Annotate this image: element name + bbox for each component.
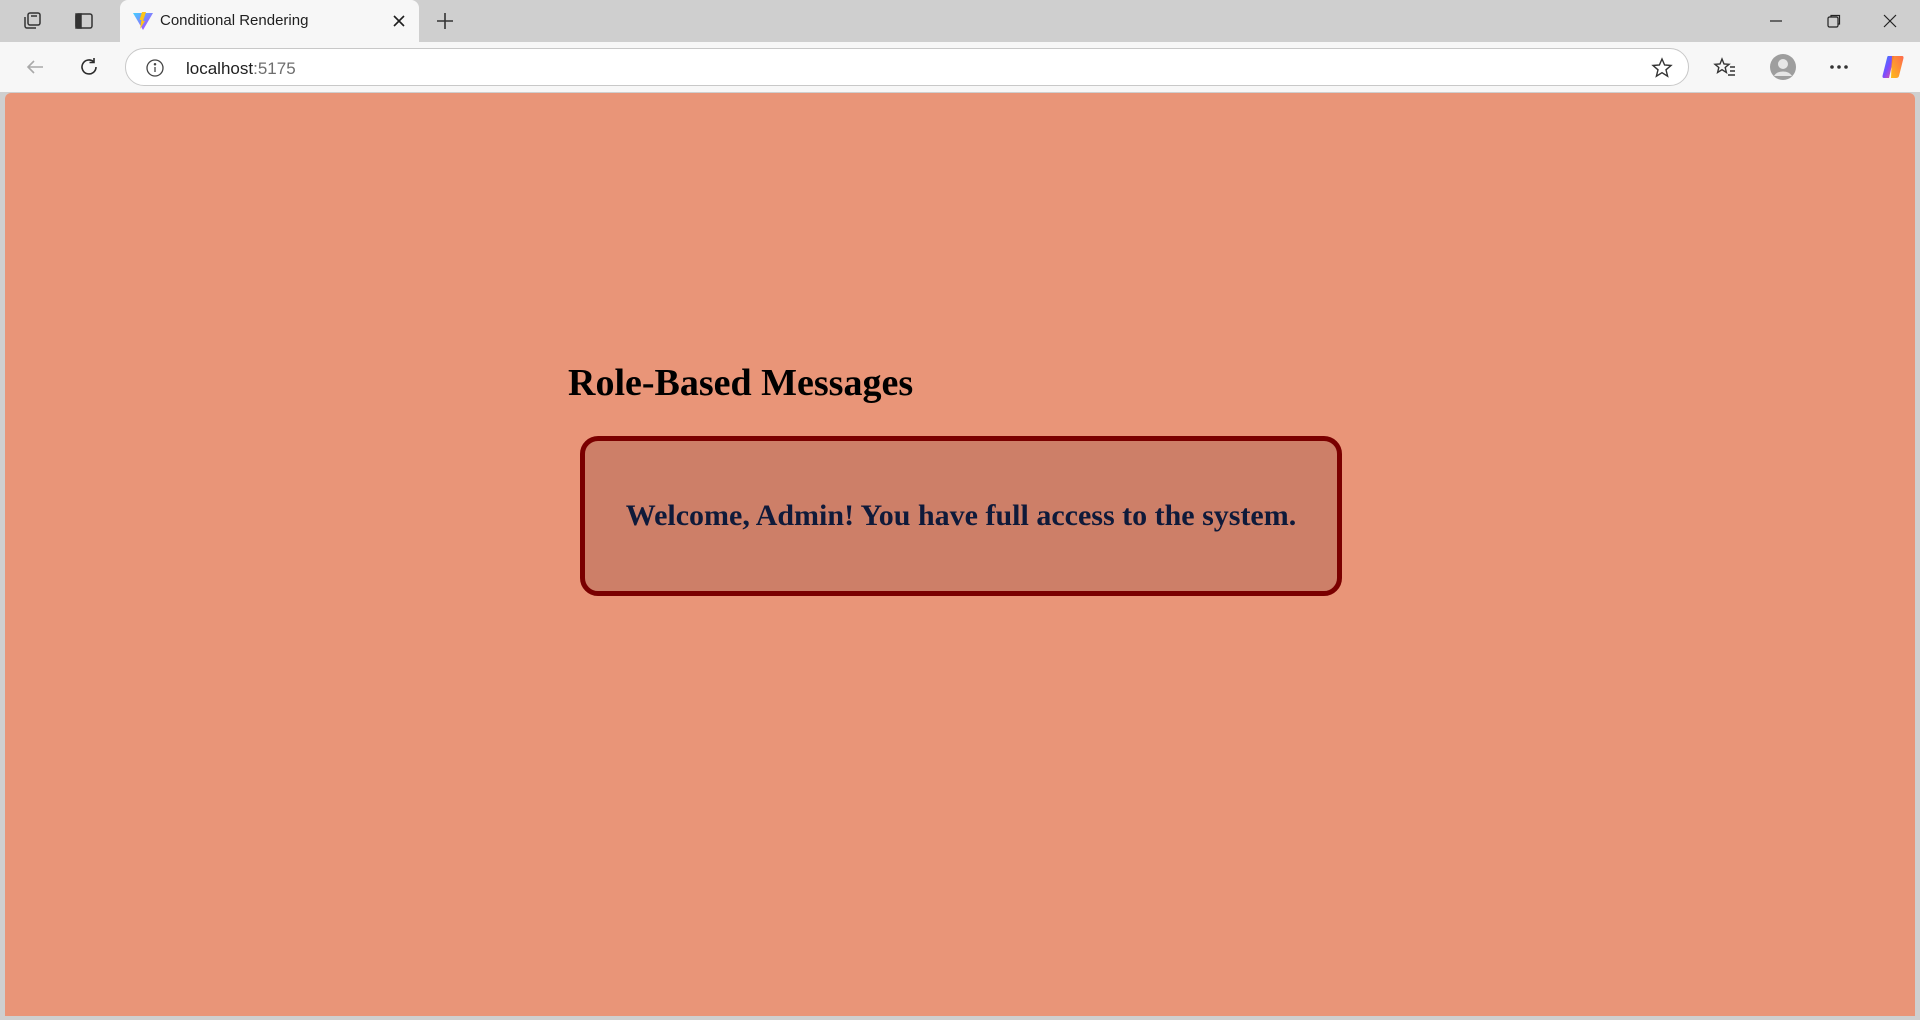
tab-actions-icon[interactable] — [67, 6, 101, 36]
profile-avatar-icon[interactable] — [1766, 50, 1800, 84]
url-text[interactable]: localhost:5175 — [186, 59, 296, 79]
info-icon[interactable] — [144, 57, 166, 79]
tab-title: Conditional Rendering — [160, 12, 309, 29]
favorites-list-icon[interactable] — [1708, 50, 1742, 84]
browser-toolbar: localhost:5175 — [0, 42, 1920, 92]
workspaces-icon[interactable] — [15, 6, 49, 36]
copilot-icon[interactable] — [1876, 50, 1910, 84]
role-message-box: Welcome, Admin! You have full access to … — [580, 436, 1342, 596]
page-title: Role-Based Messages — [568, 362, 914, 404]
role-message-text: Welcome, Admin! You have full access to … — [625, 499, 1297, 532]
address-bar[interactable]: localhost:5175 — [125, 48, 1689, 86]
close-window-icon[interactable] — [1862, 0, 1918, 42]
page-viewport: Role-Based Messages Welcome, Admin! You … — [5, 93, 1915, 1016]
new-tab-button[interactable] — [430, 6, 460, 36]
refresh-icon[interactable] — [72, 50, 106, 84]
tab-strip: Conditional Rendering — [0, 0, 1920, 42]
star-icon[interactable] — [1650, 56, 1674, 80]
back-arrow-icon[interactable] — [18, 50, 52, 84]
minimize-icon[interactable] — [1748, 0, 1804, 42]
url-host: localhost — [186, 59, 254, 78]
vite-logo-icon — [132, 11, 154, 31]
close-tab-icon[interactable] — [387, 9, 411, 33]
more-icon[interactable] — [1822, 50, 1856, 84]
url-port: :5175 — [253, 59, 296, 78]
active-tab[interactable]: Conditional Rendering — [120, 0, 419, 42]
restore-icon[interactable] — [1806, 0, 1862, 42]
